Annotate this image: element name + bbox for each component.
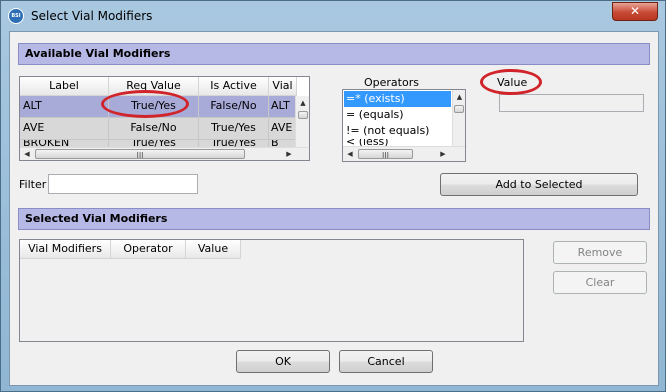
dialog-body: Available Vial Modifiers Label Req Value… (9, 31, 659, 386)
scroll-thumb[interactable] (454, 105, 464, 113)
scroll-left-icon[interactable]: ◀ (20, 147, 34, 160)
remove-button[interactable]: Remove (553, 241, 647, 264)
close-icon[interactable]: ✕ (612, 2, 658, 21)
cell-label[interactable]: ALT (20, 96, 109, 118)
selected-modifiers-grid[interactable]: Vial Modifiers Operator Value (19, 239, 524, 342)
app-icon: BSI (8, 8, 24, 24)
column-header-is-active[interactable]: Is Active (199, 77, 269, 96)
grid-vertical-scrollbar[interactable]: ▲ (295, 96, 309, 147)
operators-label: Operators (364, 76, 419, 89)
cell-vial[interactable]: ALT (269, 96, 297, 118)
operator-item[interactable]: =* (exists) (344, 91, 451, 107)
window-title: Select Vial Modifiers (31, 9, 153, 23)
operator-item[interactable]: = (equals) (344, 107, 451, 123)
operators-horizontal-scrollbar[interactable]: ◀ III ▶ (343, 146, 465, 161)
available-modifiers-grid[interactable]: Label Req Value Is Active Vial ALT True/… (19, 76, 310, 161)
cancel-button[interactable]: Cancel (339, 350, 433, 373)
scroll-thumb[interactable]: III (35, 149, 245, 160)
clear-button[interactable]: Clear (553, 271, 647, 294)
scroll-up-icon[interactable]: ▲ (296, 96, 309, 110)
scroll-thumb[interactable]: III (358, 149, 413, 160)
scroll-right-icon[interactable]: ▶ (282, 147, 296, 160)
cell-req-value[interactable]: False/No (109, 118, 199, 140)
ok-button[interactable]: OK (236, 350, 330, 373)
cell-is-active[interactable]: False/No (199, 96, 269, 118)
annotation-ellipse-value (480, 69, 542, 95)
scroll-left-icon[interactable]: ◀ (343, 147, 357, 161)
operators-list[interactable]: =* (exists) = (equals) != (not equals) <… (342, 89, 466, 162)
scroll-right-icon[interactable]: ▶ (436, 147, 450, 161)
operator-item[interactable]: != (not equals) (344, 123, 451, 139)
column-header-value[interactable]: Value (186, 240, 241, 259)
scroll-up-icon[interactable]: ▲ (453, 90, 465, 104)
filter-label: Filter (19, 178, 47, 191)
add-to-selected-button[interactable]: Add to Selected (440, 173, 638, 196)
column-header-operator[interactable]: Operator (111, 240, 186, 259)
cell-vial[interactable]: AVE (269, 118, 297, 140)
selected-section-header: Selected Vial Modifiers (18, 208, 650, 230)
value-input[interactable] (499, 94, 644, 112)
cell-label[interactable]: AVE (20, 118, 109, 140)
title-bar[interactable]: BSI Select Vial Modifiers ✕ (1, 1, 665, 31)
annotation-ellipse-req-value (101, 90, 189, 118)
cell-is-active[interactable]: True/Yes (199, 118, 269, 140)
column-header-label[interactable]: Label (20, 77, 109, 96)
scroll-thumb[interactable] (298, 111, 308, 119)
available-section-header: Available Vial Modifiers (18, 43, 650, 65)
operators-vertical-scrollbar[interactable]: ▲ (452, 90, 465, 146)
grid-horizontal-scrollbar[interactable]: ◀ III ▶ (20, 147, 309, 160)
column-header-vial[interactable]: Vial (269, 77, 297, 96)
dialog-window: BSI Select Vial Modifiers ✕ Available Vi… (0, 0, 666, 392)
filter-input[interactable] (48, 174, 198, 194)
column-header-vial-modifiers[interactable]: Vial Modifiers (20, 240, 111, 259)
